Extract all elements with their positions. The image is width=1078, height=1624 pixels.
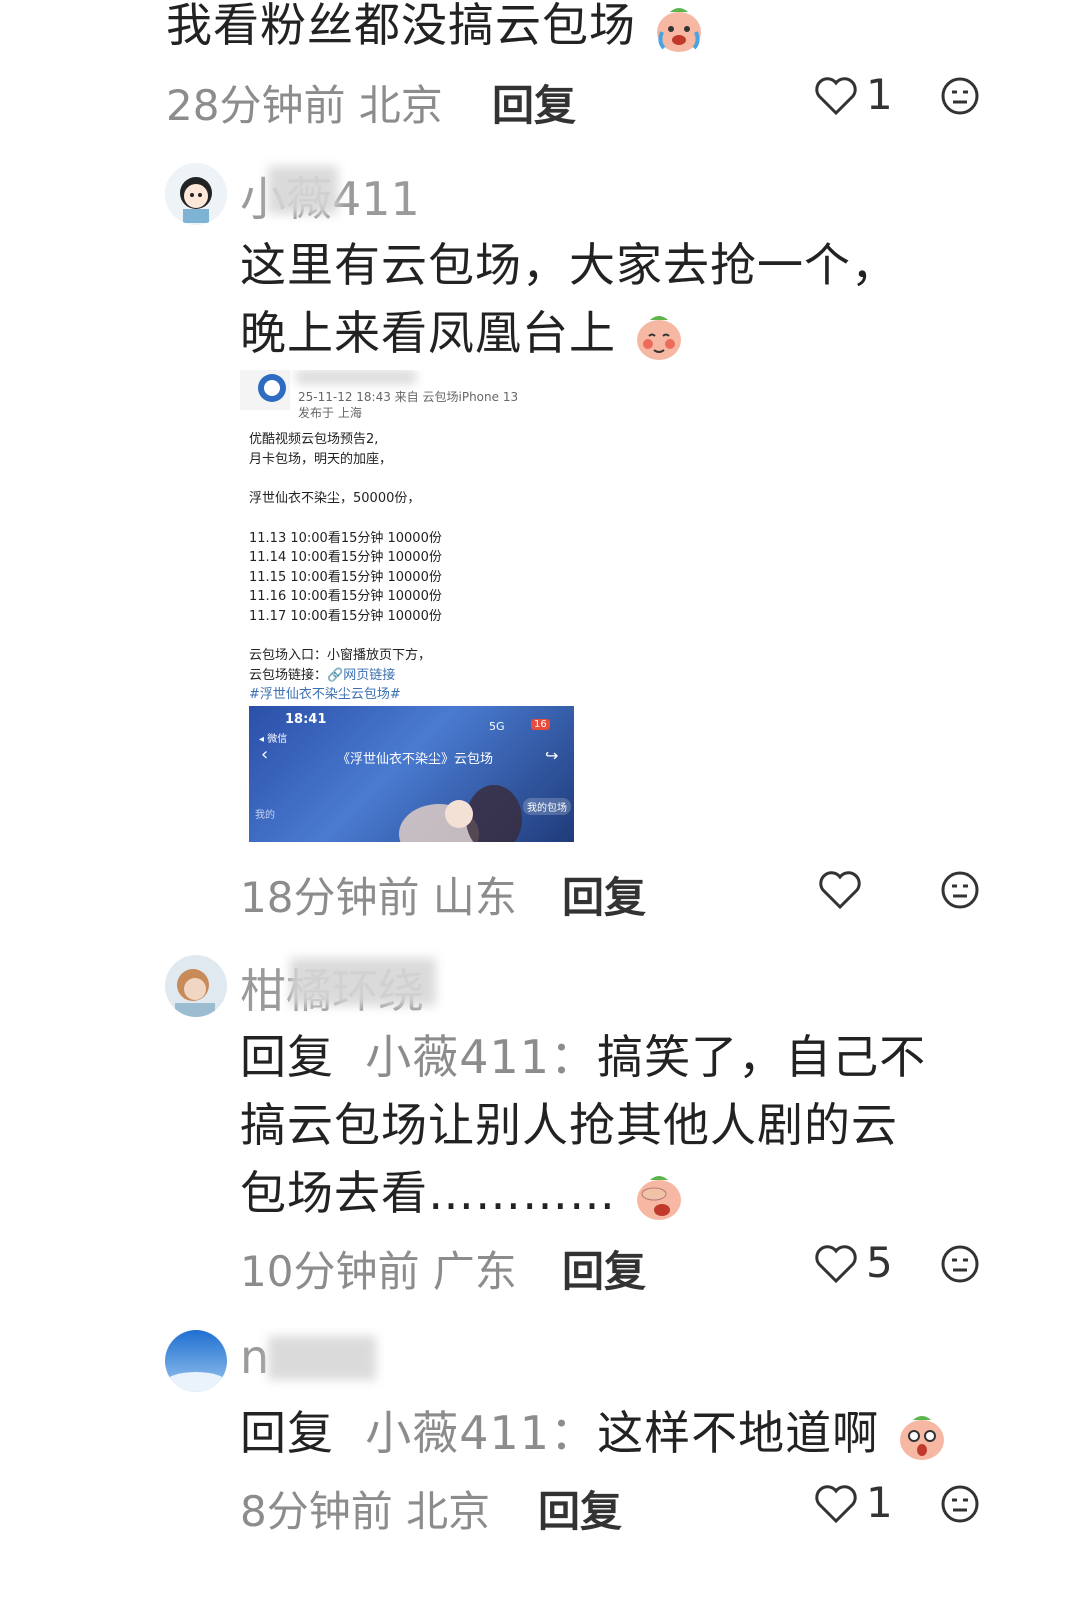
username[interactable]: n — [240, 1330, 269, 1384]
image-text-line: 优酷视频云包场预告2, — [249, 432, 379, 447]
neutral-face-icon — [941, 1245, 979, 1283]
comment-meta: 10分钟前 广东 — [240, 1247, 517, 1296]
image-avatar — [240, 370, 290, 410]
blur-mask — [268, 166, 338, 214]
comment-line: 搞云包场让别人抢其他人剧的云 — [240, 1098, 898, 1152]
like-count: 1 — [866, 1478, 893, 1527]
crying-laugh-emoji — [652, 2, 706, 56]
comment-meta: 8分钟前 北京 — [240, 1487, 491, 1536]
like-count: 5 — [866, 1238, 893, 1287]
like-button[interactable] — [818, 870, 862, 914]
avatar[interactable] — [165, 1330, 227, 1392]
image-text-line: 11.17 10:00看15分钟 10000份 — [249, 609, 442, 624]
heart-icon — [815, 1245, 857, 1284]
mention-link[interactable]: 小薇411： — [365, 1030, 597, 1084]
blur-mask — [290, 958, 436, 1006]
heart-icon — [819, 871, 861, 910]
dislike-button[interactable] — [940, 1244, 980, 1288]
comment-line: 回复 小薇411：这样不地道啊 — [240, 1400, 949, 1466]
like-button[interactable] — [814, 1484, 858, 1528]
like-button[interactable] — [814, 76, 858, 120]
neutral-face-icon — [941, 871, 979, 909]
avatar[interactable] — [165, 955, 227, 1017]
image-text-line: 云包场入口：小窗播放页下方， — [249, 648, 432, 663]
heart-icon — [815, 1485, 857, 1524]
dislike-button[interactable] — [940, 76, 980, 120]
shocked-peach-emoji — [895, 1410, 949, 1464]
comment-meta: 18分钟前 山东 — [240, 873, 517, 922]
reply-button[interactable]: 回复 — [562, 864, 646, 925]
image-post-location: 发布于 上海 — [298, 406, 362, 420]
heart-icon — [815, 77, 857, 116]
comment-line: 包场去看………… — [240, 1160, 686, 1226]
reply-button[interactable]: 回复 — [538, 1478, 622, 1539]
attached-image[interactable]: 25-11-12 18:43 来自 云包场iPhone 13 发布于 上海 优酷… — [240, 370, 580, 842]
comment-text: 我看粉丝都没搞云包场 — [166, 0, 706, 58]
reply-button[interactable]: 回复 — [492, 72, 576, 133]
blur-mask — [268, 1336, 376, 1380]
image-text-line: 11.13 10:00看15分钟 10000份 — [249, 531, 442, 546]
image-phone-screenshot: 18:41 ◂ 微信 5G 16 ‹ 《浮世仙衣不染尘》云包场 ↪ 我的 我的包… — [249, 706, 574, 842]
comment-line: 这里有云包场，大家去抢一个， — [240, 238, 898, 292]
image-text-line: 月卡包场，明天的加座， — [249, 452, 393, 467]
image-text-line: 11.14 10:00看15分钟 10000份 — [249, 550, 442, 565]
image-text-line: 11.15 10:00看15分钟 10000份 — [249, 570, 442, 585]
comment-line: 晚上来看凤凰台上 — [240, 300, 686, 366]
blur-mask — [296, 370, 416, 384]
dislike-button[interactable] — [940, 1484, 980, 1528]
like-button[interactable] — [814, 1244, 858, 1288]
comment-meta: 28分钟前 北京 — [166, 81, 443, 130]
image-text-line: 11.16 10:00看15分钟 10000份 — [249, 589, 442, 604]
image-text-line: 浮世仙衣不染尘，50000份， — [249, 491, 421, 506]
neutral-face-icon — [941, 1485, 979, 1523]
image-hashtag: #浮世仙衣不染尘云包场# — [249, 687, 401, 702]
facepalm-peach-emoji — [632, 1170, 686, 1224]
image-post-header: 25-11-12 18:43 来自 云包场iPhone 13 — [298, 390, 519, 404]
dislike-button[interactable] — [940, 870, 980, 914]
neutral-face-icon — [941, 77, 979, 115]
avatar[interactable] — [165, 163, 227, 225]
reply-button[interactable]: 回复 — [562, 1238, 646, 1299]
mention-link[interactable]: 小薇411： — [365, 1406, 597, 1460]
comment-line: 回复 小薇411：搞笑了，自己不 — [240, 1030, 927, 1084]
shy-peach-emoji — [632, 310, 686, 364]
image-text-line: 云包场链接：🔗网页链接 — [249, 668, 396, 683]
like-count: 1 — [866, 70, 893, 119]
